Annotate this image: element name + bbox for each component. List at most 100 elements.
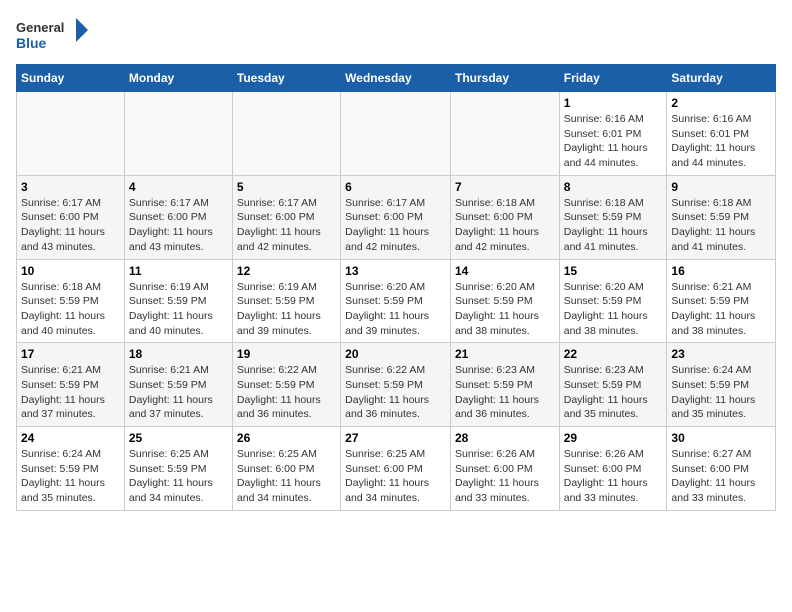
day-info: Sunrise: 6:19 AM Sunset: 5:59 PM Dayligh… [129,280,228,339]
calendar-cell: 21 Sunrise: 6:23 AM Sunset: 5:59 PM Dayli… [450,343,559,427]
day-number: 16 [671,264,771,278]
calendar-cell [232,92,340,176]
weekday-header: Sunday [17,65,125,92]
calendar-cell: 18 Sunrise: 6:21 AM Sunset: 5:59 PM Dayli… [124,343,232,427]
calendar-cell: 28 Sunrise: 6:26 AM Sunset: 6:00 PM Dayli… [450,427,559,511]
day-number: 25 [129,431,228,445]
day-number: 29 [564,431,663,445]
weekday-header: Thursday [450,65,559,92]
calendar-cell: 16 Sunrise: 6:21 AM Sunset: 5:59 PM Dayli… [667,259,776,343]
day-info: Sunrise: 6:19 AM Sunset: 5:59 PM Dayligh… [237,280,336,339]
day-number: 28 [455,431,555,445]
calendar-cell: 11Sunrise: 6:19 AM Sunset: 5:59 PM Dayli… [124,259,232,343]
calendar-cell: 4Sunrise: 6:17 AM Sunset: 6:00 PM Daylig… [124,175,232,259]
day-number: 24 [21,431,120,445]
day-info: Sunrise: 6:18 AM Sunset: 5:59 PM Dayligh… [671,196,771,255]
day-number: 15 [564,264,663,278]
calendar-cell [341,92,451,176]
day-number: 1 [564,96,663,110]
calendar-week-row: 10 Sunrise: 6:18 AM Sunset: 5:59 PM Dayli… [17,259,776,343]
day-number: 10 [21,264,120,278]
calendar-cell: 5 Sunrise: 6:17 AM Sunset: 6:00 PM Daylig… [232,175,340,259]
day-info: Sunrise: 6:25 AM Sunset: 6:00 PM Dayligh… [237,447,336,506]
calendar-cell: 29 Sunrise: 6:26 AM Sunset: 6:00 PM Dayli… [559,427,667,511]
calendar-cell: 22Sunrise: 6:23 AM Sunset: 5:59 PM Dayli… [559,343,667,427]
day-info: Sunrise: 6:25 AM Sunset: 6:00 PM Dayligh… [345,447,446,506]
logo: GeneralBlue [16,16,96,56]
day-info: Sunrise: 6:20 AM Sunset: 5:59 PM Dayligh… [564,280,663,339]
day-number: 4 [129,180,228,194]
day-number: 13 [345,264,446,278]
calendar-cell: 15 Sunrise: 6:20 AM Sunset: 5:59 PM Dayli… [559,259,667,343]
day-number: 21 [455,347,555,361]
calendar-cell [124,92,232,176]
calendar-cell: 12 Sunrise: 6:19 AM Sunset: 5:59 PM Dayli… [232,259,340,343]
calendar-cell: 6 Sunrise: 6:17 AM Sunset: 6:00 PM Daylig… [341,175,451,259]
day-info: Sunrise: 6:23 AM Sunset: 5:59 PM Dayligh… [455,363,555,422]
day-info: Sunrise: 6:18 AM Sunset: 5:59 PM Dayligh… [564,196,663,255]
day-number: 30 [671,431,771,445]
day-number: 14 [455,264,555,278]
day-number: 3 [21,180,120,194]
weekday-header: Tuesday [232,65,340,92]
calendar-week-row: 3 Sunrise: 6:17 AM Sunset: 6:00 PM Daylig… [17,175,776,259]
day-number: 19 [237,347,336,361]
day-info: Sunrise: 6:17 AM Sunset: 6:00 PM Dayligh… [345,196,446,255]
page-header: GeneralBlue [16,16,776,56]
day-info: Sunrise: 6:17 AM Sunset: 6:00 PM Dayligh… [237,196,336,255]
day-number: 5 [237,180,336,194]
calendar-cell: 1 Sunrise: 6:16 AM Sunset: 6:01 PM Daylig… [559,92,667,176]
day-info: Sunrise: 6:21 AM Sunset: 5:59 PM Dayligh… [129,363,228,422]
weekday-header: Monday [124,65,232,92]
day-info: Sunrise: 6:24 AM Sunset: 5:59 PM Dayligh… [21,447,120,506]
calendar-cell [450,92,559,176]
day-info: Sunrise: 6:20 AM Sunset: 5:59 PM Dayligh… [345,280,446,339]
day-number: 18 [129,347,228,361]
day-number: 9 [671,180,771,194]
day-info: Sunrise: 6:26 AM Sunset: 6:00 PM Dayligh… [564,447,663,506]
calendar-cell: 3Sunrise: 6:17 AM Sunset: 6:00 PM Daylig… [17,175,125,259]
day-number: 27 [345,431,446,445]
weekday-header: Wednesday [341,65,451,92]
calendar-cell: 9 Sunrise: 6:18 AM Sunset: 5:59 PM Daylig… [667,175,776,259]
day-info: Sunrise: 6:26 AM Sunset: 6:00 PM Dayligh… [455,447,555,506]
calendar-cell [17,92,125,176]
day-info: Sunrise: 6:20 AM Sunset: 5:59 PM Dayligh… [455,280,555,339]
calendar-cell: 20Sunrise: 6:22 AM Sunset: 5:59 PM Dayli… [341,343,451,427]
day-number: 12 [237,264,336,278]
calendar-cell: 17 Sunrise: 6:21 AM Sunset: 5:59 PM Dayli… [17,343,125,427]
day-info: Sunrise: 6:16 AM Sunset: 6:01 PM Dayligh… [564,112,663,171]
calendar-week-row: 1 Sunrise: 6:16 AM Sunset: 6:01 PM Daylig… [17,92,776,176]
calendar-week-row: 24 Sunrise: 6:24 AM Sunset: 5:59 PM Dayli… [17,427,776,511]
svg-text:Blue: Blue [16,35,47,51]
day-info: Sunrise: 6:25 AM Sunset: 5:59 PM Dayligh… [129,447,228,506]
day-number: 17 [21,347,120,361]
day-number: 7 [455,180,555,194]
day-number: 6 [345,180,446,194]
day-info: Sunrise: 6:24 AM Sunset: 5:59 PM Dayligh… [671,363,771,422]
weekday-header: Saturday [667,65,776,92]
calendar-header-row: SundayMondayTuesdayWednesdayThursdayFrid… [17,65,776,92]
calendar-cell: 27 Sunrise: 6:25 AM Sunset: 6:00 PM Dayli… [341,427,451,511]
day-info: Sunrise: 6:18 AM Sunset: 5:59 PM Dayligh… [21,280,120,339]
day-info: Sunrise: 6:22 AM Sunset: 5:59 PM Dayligh… [237,363,336,422]
day-info: Sunrise: 6:27 AM Sunset: 6:00 PM Dayligh… [671,447,771,506]
calendar-cell: 2 Sunrise: 6:16 AM Sunset: 6:01 PM Daylig… [667,92,776,176]
day-number: 2 [671,96,771,110]
svg-text:General: General [16,20,64,35]
day-info: Sunrise: 6:21 AM Sunset: 5:59 PM Dayligh… [671,280,771,339]
calendar-cell: 30 Sunrise: 6:27 AM Sunset: 6:00 PM Dayli… [667,427,776,511]
calendar-cell: 7 Sunrise: 6:18 AM Sunset: 6:00 PM Daylig… [450,175,559,259]
calendar-cell: 23Sunrise: 6:24 AM Sunset: 5:59 PM Dayli… [667,343,776,427]
calendar-cell: 10 Sunrise: 6:18 AM Sunset: 5:59 PM Dayli… [17,259,125,343]
day-info: Sunrise: 6:18 AM Sunset: 6:00 PM Dayligh… [455,196,555,255]
weekday-header: Friday [559,65,667,92]
logo-icon: GeneralBlue [16,16,96,56]
day-number: 26 [237,431,336,445]
calendar-cell: 25 Sunrise: 6:25 AM Sunset: 5:59 PM Dayli… [124,427,232,511]
calendar-week-row: 17 Sunrise: 6:21 AM Sunset: 5:59 PM Dayli… [17,343,776,427]
day-info: Sunrise: 6:16 AM Sunset: 6:01 PM Dayligh… [671,112,771,171]
day-info: Sunrise: 6:21 AM Sunset: 5:59 PM Dayligh… [21,363,120,422]
calendar-cell: 8 Sunrise: 6:18 AM Sunset: 5:59 PM Daylig… [559,175,667,259]
day-number: 8 [564,180,663,194]
